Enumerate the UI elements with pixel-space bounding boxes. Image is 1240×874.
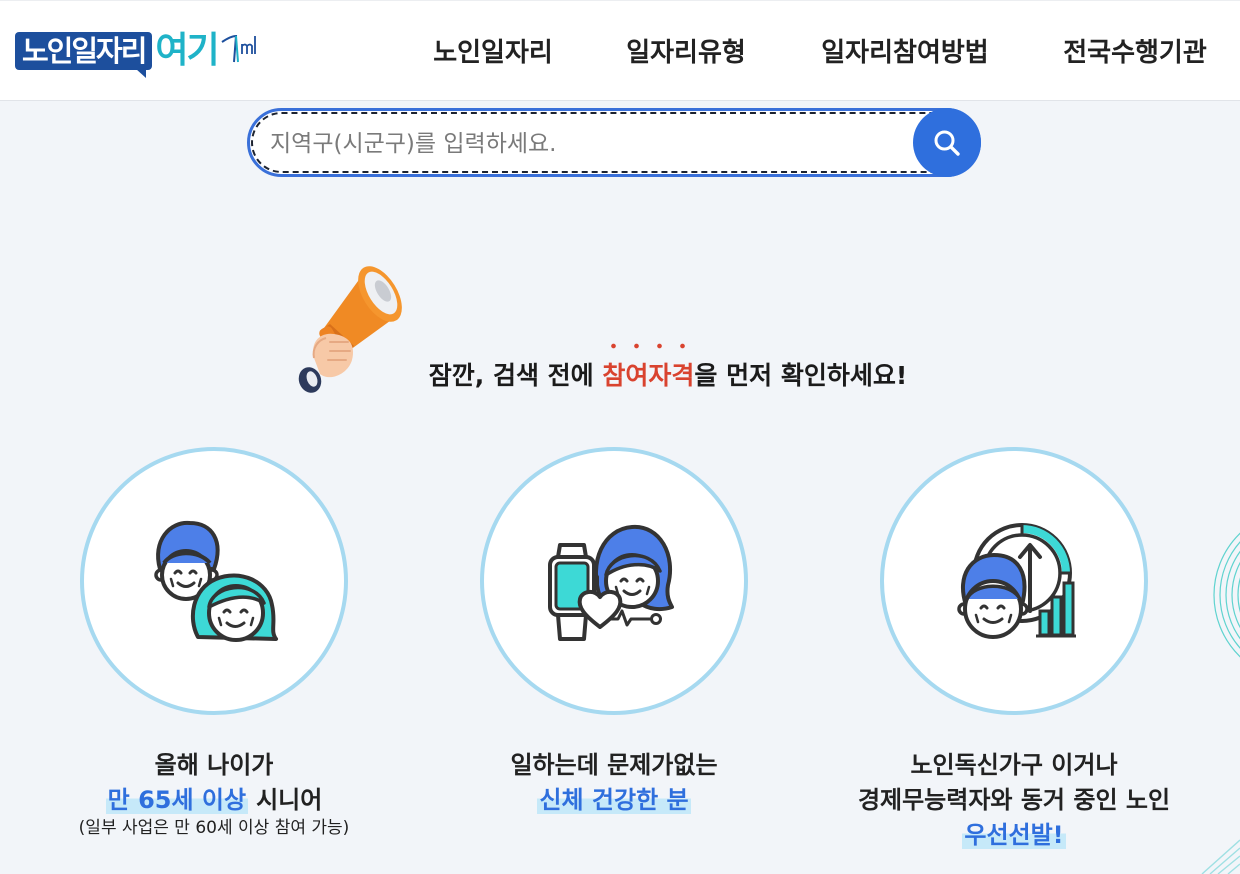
- criteria-priority-line1: 노인독신가구 이거나: [910, 751, 1118, 779]
- criteria-priority-line3: 우선선발!: [824, 818, 1204, 853]
- smartwatch-health-icon: [548, 524, 674, 641]
- senior-couple-icon: [154, 520, 278, 642]
- criteria-priority-line2: 경제무능력자와 동거 중인 노인: [857, 786, 1171, 814]
- site-logo[interactable]: 노인일자리 여기: [15, 28, 260, 78]
- criteria-caption-health: 일하는데 문제가없는 신체 건강한 분: [424, 748, 804, 818]
- region-search-bar: [247, 108, 981, 177]
- criteria-age-line1: 올해 나이가: [154, 751, 274, 779]
- nav-item-how-to-apply[interactable]: 일자리참여방법: [800, 33, 1010, 73]
- search-icon: [934, 130, 960, 156]
- criteria-circle-age: [80, 447, 348, 715]
- criteria-circle-priority: [880, 447, 1148, 715]
- criteria-age-line2: 만 65세 이상 시니어: [24, 783, 404, 818]
- criteria-circle-health: [480, 447, 748, 715]
- eligibility-notice: 잠깐, 검색 전에 참여자격을 먼저 확인하세요!: [300, 356, 1036, 396]
- logo-accent-text: 여기: [155, 30, 219, 71]
- criteria-priority-highlight: 우선선발!: [962, 821, 1066, 849]
- criteria-health-line1: 일하는데 문제가없는: [510, 751, 718, 779]
- search-button[interactable]: [913, 108, 981, 177]
- region-search-input[interactable]: [268, 111, 912, 176]
- logo-main-text: 노인일자리: [15, 32, 153, 78]
- criteria-health-line2: 신체 건강한 분: [424, 783, 804, 818]
- nav-item-job-types[interactable]: 일자리유형: [581, 33, 791, 73]
- criteria-caption-priority: 노인독신가구 이거나 경제무능력자와 동거 중인 노인 우선선발!: [824, 748, 1204, 853]
- criteria-age-rest: 시니어: [256, 786, 323, 814]
- criteria-health-highlight: 신체 건강한 분: [537, 786, 691, 814]
- senior-economy-chart-icon: [957, 523, 1076, 639]
- criteria-caption-age: 올해 나이가 만 65세 이상 시니어 (일부 사업은 만 60세 이상 참여 가…: [24, 748, 404, 840]
- notice-highlight-eligibility: 참여자격: [602, 361, 695, 390]
- notice-text-before: 잠깐, 검색 전에: [428, 361, 603, 390]
- decorative-lines: [1201, 839, 1240, 874]
- criteria-age-highlight: 만 65세 이상: [105, 786, 249, 814]
- site-header: 노인일자리 여기 노인일자리 일자리유형 일자리참여방법 전국수행기관: [0, 0, 1240, 101]
- nav-item-agencies[interactable]: 전국수행기관: [1030, 33, 1240, 73]
- logo-mark-icon: [221, 34, 256, 63]
- nav-item-senior-jobs[interactable]: 노인일자리: [388, 33, 598, 73]
- criteria-age-note: (일부 사업은 만 60세 이상 참여 가능): [78, 818, 350, 838]
- decorative-rings: [1213, 532, 1240, 658]
- notice-text-after: 을 먼저 확인하세요!: [694, 361, 908, 390]
